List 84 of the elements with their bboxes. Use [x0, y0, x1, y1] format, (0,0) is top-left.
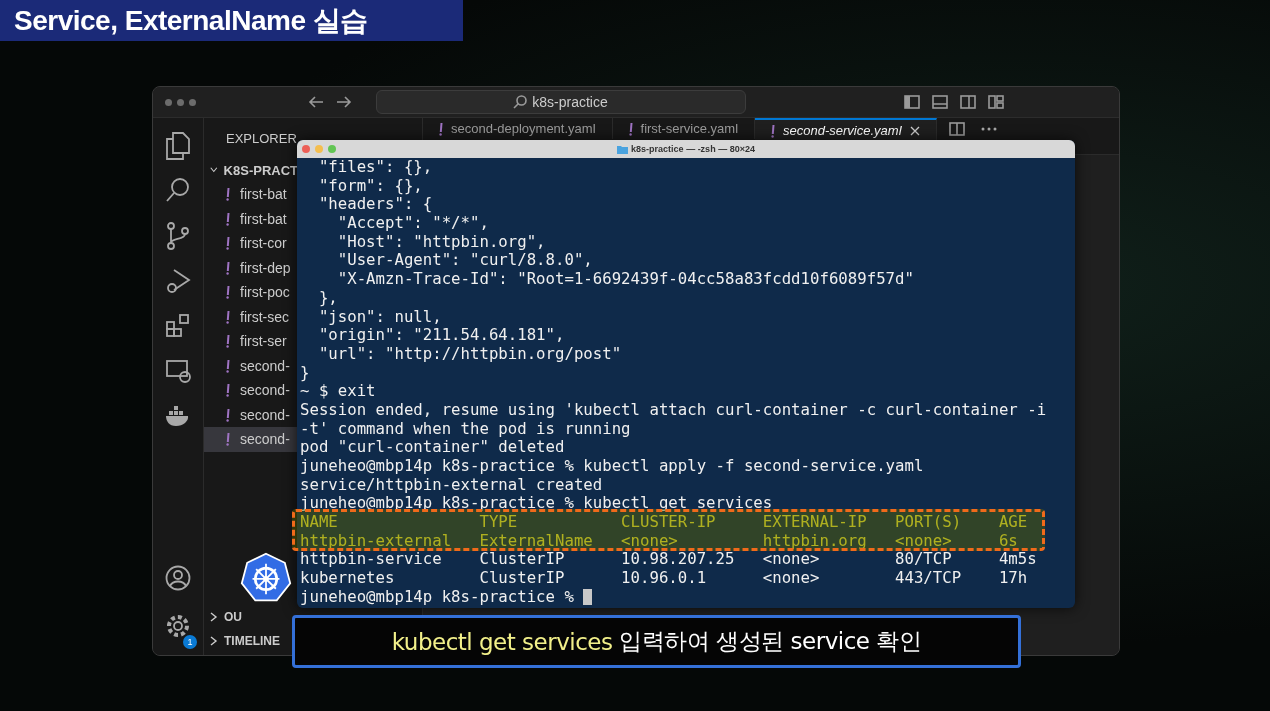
terminal-line: pod "curl-container" deleted [300, 438, 566, 457]
terminal-line: juneheo@mbp14p k8s-practice % kubectl apply -f second-service.yaml [300, 457, 925, 476]
file-item[interactable]: first-poc [204, 280, 298, 305]
remote-icon[interactable] [165, 357, 191, 385]
terminal-line: httpbin-service ClusterIP 10.98.207.25 <none> 80/TCP 4m5s [300, 550, 1038, 570]
terminal-line: } [300, 363, 311, 383]
subtitle-text: 입력하여 생성된 service 확인 [619, 627, 922, 656]
exclamation-icon [226, 407, 230, 422]
terminal-line: Session ended, resume using 'kubectl attach curl-container -c curl-container -i [300, 400, 1048, 420]
exclamation-icon [226, 236, 230, 251]
exclamation-icon [226, 432, 230, 447]
section-header[interactable]: OU [204, 605, 246, 629]
window-controls-icon [165, 98, 196, 106]
terminal-line: service/httpbin-external created [300, 475, 604, 495]
terminal-line: "json": null, [317, 307, 443, 327]
helm-wheel-icon [240, 552, 292, 604]
file-item[interactable]: first-dep [204, 255, 298, 280]
search-icon [513, 95, 528, 109]
panel-toggle-icon[interactable] [931, 95, 948, 109]
terminal-line: "Host": "httpbin.org", [336, 232, 547, 252]
exclamation-icon [226, 187, 230, 202]
exclamation-icon [226, 285, 230, 300]
chevron-icon [210, 612, 218, 622]
exclamation-icon [226, 334, 230, 349]
terminal-line: NAME TYPE CLUSTER-IP EXTERNAL-IP PORT(S) AGE [300, 513, 1029, 532]
file-item[interactable]: first-bat [204, 206, 298, 231]
terminal-line: "form": {}, [317, 176, 423, 196]
terminal-line: "Accept": "*/*", [336, 214, 490, 233]
forward-icon[interactable] [335, 95, 352, 109]
terminal-line: -t' command when the pod is running [300, 419, 632, 439]
terminal-line: "User-Agent": "curl/8.8.0", [336, 251, 594, 271]
exclamation-icon [439, 121, 443, 136]
exclamation-icon [226, 260, 230, 275]
split-editor-icon[interactable] [948, 121, 965, 136]
exclamation-icon [226, 309, 230, 324]
section-header[interactable]: TIMELINE [204, 629, 284, 653]
notification-badge: 1 [183, 635, 197, 649]
back-icon[interactable] [307, 95, 324, 109]
folder-name[interactable]: K8S-PRACT [223, 162, 298, 178]
file-item[interactable]: second- [204, 353, 298, 378]
file-item[interactable]: first-cor [204, 231, 298, 256]
more-icon[interactable] [980, 126, 997, 131]
editor-tab[interactable]: second-deployment.yaml [423, 118, 613, 139]
video-title: Service, ExternalName 실습 [0, 0, 463, 41]
terminal-line: "files": {}, [317, 158, 434, 177]
branch-icon[interactable] [165, 222, 191, 250]
explorer-title: EXPLORER [226, 130, 297, 146]
terminal-line: "X-Amzn-Trace-Id": "Root=1-6692439f-04cc58a83fcdd10f6089f57d" [336, 270, 915, 289]
terminal-line: }, [317, 288, 339, 308]
file-item[interactable]: second- [204, 378, 298, 403]
chevron-icon [210, 636, 218, 646]
terminal-line: juneheo@mbp14p k8s-practice % kubectl get services [300, 494, 774, 514]
files-icon[interactable] [165, 132, 191, 160]
file-item[interactable]: first-bat [204, 182, 298, 207]
file-item[interactable]: first-ser [204, 329, 298, 354]
subtitle-command: kubectl get services [391, 628, 613, 655]
terminal-line: ~ $ exit [300, 382, 377, 401]
terminal-title: k8s-practice — -zsh — 80×24 [631, 144, 755, 154]
sidebar-toggle-icon[interactable] [903, 95, 920, 109]
exclamation-icon [226, 358, 230, 373]
file-item[interactable]: first-sec [204, 304, 298, 329]
chevron-icon[interactable] [210, 166, 218, 174]
terminal-line: kubernetes ClusterIP 10.96.0.1 <none> 443/TCP 17h [300, 569, 1029, 588]
run-debug-icon[interactable] [165, 267, 191, 295]
close-icon[interactable] [909, 125, 920, 136]
exclamation-icon [771, 123, 776, 138]
exclamation-icon [628, 121, 633, 136]
cursor [583, 588, 593, 605]
search-field[interactable]: k8s-practice [375, 90, 746, 114]
layout-icon[interactable] [987, 95, 1004, 109]
extensions-icon[interactable] [165, 312, 191, 340]
terminal-line: "origin": "211.54.64.181", [317, 326, 566, 345]
terminal-line: httpbin-external ExternalName <none> httpbin.org <none> 6s [300, 531, 1019, 551]
settings-icon[interactable] [165, 613, 191, 639]
account-icon[interactable] [165, 565, 191, 591]
exclamation-icon [226, 211, 230, 226]
terminal-line: "headers": { [317, 195, 434, 215]
file-item[interactable]: second- [204, 402, 298, 427]
split-icon[interactable] [959, 95, 976, 109]
editor-tab[interactable]: second-service.yaml [755, 118, 937, 141]
file-item[interactable]: second- [204, 427, 298, 452]
terminal-line: "url": "http://httpbin.org/post" [317, 344, 623, 364]
exclamation-icon [226, 383, 230, 398]
terminal-line: juneheo@mbp14p k8s-practice % [300, 586, 575, 606]
